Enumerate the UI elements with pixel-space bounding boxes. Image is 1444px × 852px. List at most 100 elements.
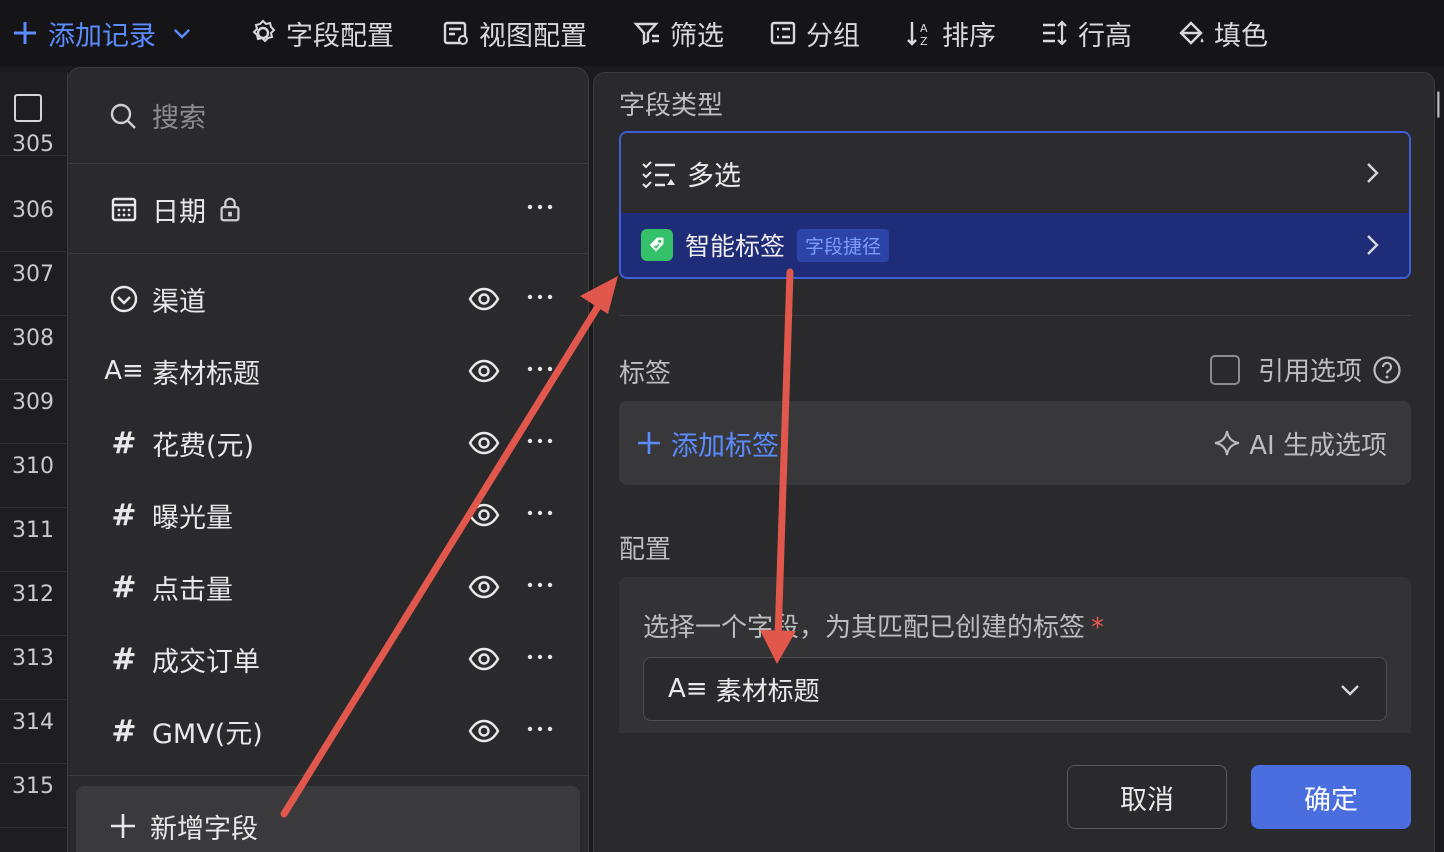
group-icon (770, 21, 796, 45)
plus-icon (111, 814, 135, 838)
field-label: 渠道 (152, 286, 206, 318)
filter-icon (633, 22, 659, 45)
reference-option-label: 引用选项 (1258, 357, 1363, 387)
record-grid: 305 306 307 308 309 310 311 312 313 314 … (0, 72, 68, 852)
field-label: 花费(元) (152, 430, 255, 462)
field-item-date[interactable]: 日期 (68, 173, 588, 245)
required-mark: * (1091, 613, 1105, 643)
eye-icon[interactable] (468, 715, 500, 747)
add-record-button[interactable]: 添加记录 (10, 0, 202, 66)
more-icon[interactable] (524, 425, 556, 457)
field-item-channel[interactable]: 渠道 (68, 263, 588, 335)
row-number: 305 (0, 132, 66, 157)
more-icon[interactable] (524, 569, 556, 601)
view-settings-icon (443, 21, 468, 45)
more-icon[interactable] (524, 191, 556, 223)
ai-generate-button[interactable]: AI 生成选项 (1213, 401, 1387, 485)
field-type-smart-tag[interactable]: 智能标签 字段捷径 (621, 213, 1409, 277)
row-height-icon (1043, 20, 1067, 46)
help-icon[interactable] (1372, 355, 1402, 385)
field-config-button[interactable]: 字段配置 (248, 0, 394, 66)
field-item-cost[interactable]: # 花费(元) (68, 407, 588, 479)
field-config-panel: 字段类型 多选 智能标签 字段捷径 标签 引用选项 添加标签 AI 生成选项 配… (593, 72, 1435, 852)
svg-text:A: A (920, 22, 928, 35)
sparkle-icon (1215, 430, 1240, 456)
row-number: 310 (0, 444, 66, 508)
field-config-label: 字段配置 (286, 20, 394, 52)
field-label: 素材标题 (152, 358, 260, 390)
multi-select-icon (642, 161, 675, 189)
number-icon: # (111, 497, 137, 533)
field-type-heading: 字段类型 (619, 91, 724, 121)
smart-tag-icon (641, 229, 673, 261)
filter-button[interactable]: 筛选 (632, 0, 724, 66)
tag-editor: 添加标签 AI 生成选项 (619, 401, 1411, 485)
reference-option: 引用选项 (1210, 351, 1402, 388)
row-number: 315 (0, 764, 66, 828)
field-type-multi-select[interactable]: 多选 (621, 133, 1409, 213)
reference-option-checkbox[interactable] (1210, 354, 1240, 385)
eye-icon[interactable] (468, 499, 500, 531)
sort-icon: AZ (907, 22, 928, 48)
divider (68, 775, 588, 776)
paint-bucket-icon (1179, 21, 1204, 45)
fill-color-label: 填色 (1214, 20, 1268, 52)
field-item-orders[interactable]: # 成交订单 (68, 623, 588, 695)
more-icon[interactable] (524, 497, 556, 529)
row-number: 313 (0, 636, 66, 700)
cancel-button[interactable]: 取消 (1067, 765, 1227, 829)
source-field-select[interactable]: A≡ 素材标题 (643, 657, 1387, 721)
plus-icon (14, 22, 36, 44)
chevron-down-icon (1341, 685, 1359, 696)
select-all-checkbox[interactable] (14, 94, 42, 122)
clipped-column-header: | (1434, 88, 1443, 118)
add-tag-label: 添加标签 (671, 430, 779, 462)
chevron-down-icon[interactable] (170, 21, 194, 45)
field-label: 日期 (152, 196, 206, 228)
config-section: 选择一个字段，为其匹配已创建的标签 * A≡ 素材标题 (619, 577, 1411, 733)
confirm-button[interactable]: 确定 (1251, 765, 1411, 829)
group-label: 分组 (806, 20, 860, 52)
more-icon[interactable] (524, 713, 556, 745)
field-item-clicks[interactable]: # 点击量 (68, 551, 588, 623)
add-record-label: 添加记录 (48, 20, 156, 52)
shortcut-badge: 字段捷径 (797, 228, 890, 262)
field-list-panel: 搜索 日期 渠道 A≡ 素材标题 # 花费(元) # 曝光量 # 点击量 # 成… (67, 67, 589, 852)
tags-heading: 标签 (619, 359, 672, 389)
group-button[interactable]: 分组 (768, 0, 860, 66)
search-icon (110, 103, 136, 129)
field-type-selector: 多选 智能标签 字段捷径 (619, 131, 1411, 279)
divider (619, 315, 1411, 316)
eye-icon[interactable] (468, 427, 500, 459)
search-input[interactable]: 搜索 (68, 68, 588, 164)
eye-icon[interactable] (468, 571, 500, 603)
number-icon: # (111, 569, 137, 605)
number-icon: # (111, 713, 137, 749)
eye-icon[interactable] (468, 643, 500, 675)
field-label: 曝光量 (152, 502, 233, 534)
row-number: 314 (0, 700, 66, 764)
row-number: 311 (0, 508, 66, 572)
type-smart-label: 智能标签 (685, 232, 786, 261)
row-number: 309 (0, 380, 66, 444)
plus-icon (638, 432, 660, 454)
ai-generate-label: AI 生成选项 (1249, 430, 1387, 461)
more-icon[interactable] (524, 353, 556, 385)
more-icon[interactable] (524, 281, 556, 313)
field-item-impressions[interactable]: # 曝光量 (68, 479, 588, 551)
add-tag-button[interactable]: 添加标签 (635, 401, 779, 485)
eye-icon[interactable] (468, 355, 500, 387)
field-item-material-title[interactable]: A≡ 素材标题 (68, 335, 588, 407)
add-field-label: 新增字段 (150, 813, 258, 845)
eye-icon[interactable] (468, 283, 500, 315)
fill-color-button[interactable]: 填色 (1176, 0, 1268, 66)
row-height-button[interactable]: 行高 (1040, 0, 1132, 66)
row-height-label: 行高 (1078, 20, 1132, 52)
toolbar: 添加记录 字段配置 视图配置 筛选 分组 AZ 排序 行高 填色 (0, 0, 1444, 66)
number-icon: # (111, 425, 137, 461)
sort-button[interactable]: AZ 排序 (904, 0, 996, 66)
view-config-button[interactable]: 视图配置 (441, 0, 587, 66)
more-icon[interactable] (524, 641, 556, 673)
field-item-gmv[interactable]: # GMV(元) (68, 695, 588, 767)
add-field-button[interactable]: 新增字段 (76, 786, 580, 852)
